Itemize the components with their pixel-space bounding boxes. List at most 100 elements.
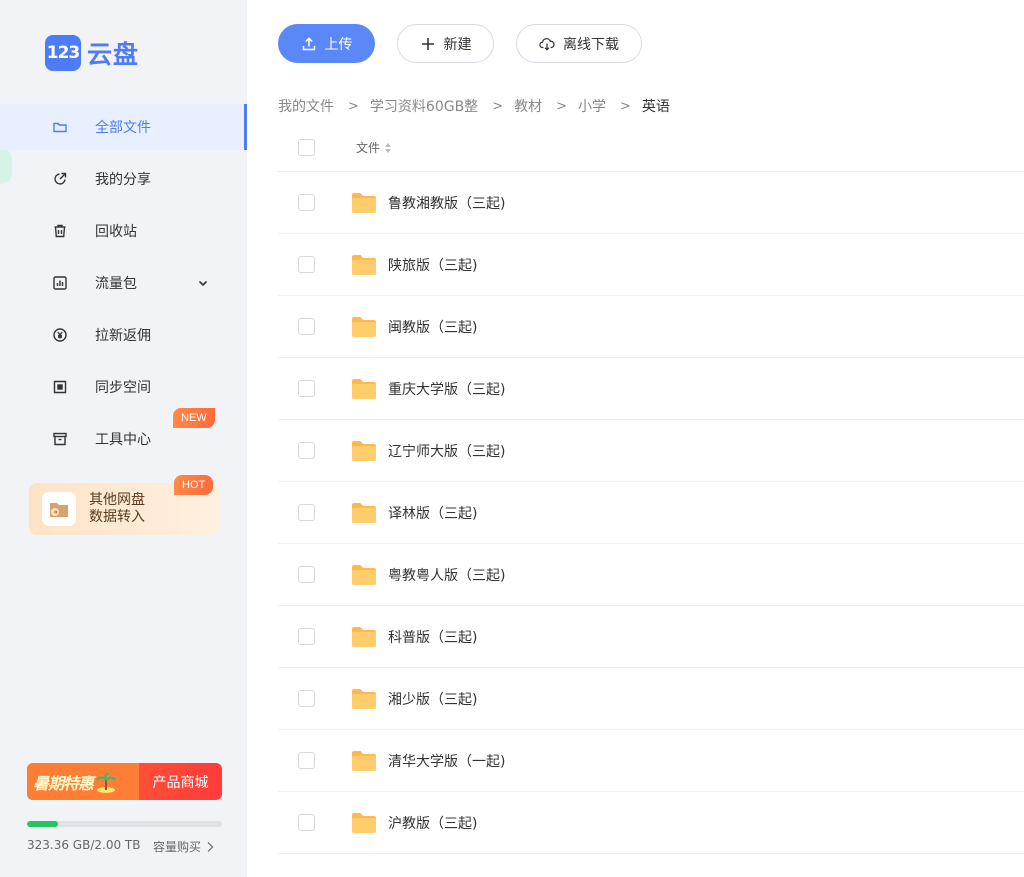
upload-icon [302,36,315,50]
sidebar-item-label: 全部文件 [95,120,151,136]
row-checkbox[interactable] [298,752,315,769]
table-row[interactable]: 湘少版（三起) [278,668,1024,730]
folder-icon [352,626,376,647]
row-checkbox[interactable] [298,194,315,211]
row-checkbox[interactable] [298,504,315,521]
folder-icon [352,440,376,461]
sort-icon[interactable] [384,142,392,154]
share-icon [51,170,69,188]
breadcrumb-item[interactable]: 教材 [514,96,542,116]
summer-sale-banner[interactable]: 暑期特惠 产品商城 [27,763,222,800]
sidebar-nav: 全部文件 我的分享 回收站 流量包 拉新返佣 同步空间 工具中心 NEW [0,104,247,468]
file-table-header: 文件 [278,124,1024,172]
breadcrumb-current: 英语 [641,99,670,115]
table-row[interactable]: 清华大学版（一起) [278,730,1024,792]
offline-download-button[interactable]: 离线下载 [516,24,642,63]
sidebar-item-tool-center[interactable]: 工具中心 NEW [0,408,247,462]
file-name: 鲁教湘教版（三起) [388,195,506,212]
promo-line-1: 其他网盘 [89,492,145,508]
new-badge: NEW [173,408,215,428]
table-row[interactable]: 科普版（三起) [278,606,1024,668]
folder-icon [352,564,376,585]
new-button[interactable]: 新建 [397,24,494,63]
folder-icon [352,688,376,709]
chart-icon [51,274,69,292]
row-checkbox[interactable] [298,380,315,397]
sidebar-item-traffic-pack[interactable]: 流量包 [0,260,247,306]
row-checkbox[interactable] [298,442,315,459]
breadcrumb-separator: > [492,98,504,114]
offline-download-label: 离线下载 [563,36,619,53]
plus-icon [421,37,434,50]
breadcrumb-item[interactable]: 小学 [578,96,606,116]
table-row[interactable]: 闽教版（三起) [278,296,1024,358]
file-name: 湘少版（三起) [388,691,478,708]
table-row[interactable]: 沪教版（三起) [278,792,1024,854]
folder-icon [352,316,376,337]
sidebar-item-label: 我的分享 [95,172,151,188]
row-checkbox[interactable] [298,256,315,273]
folder-icon [352,254,376,275]
import-promo-card[interactable]: 其他网盘 数据转入 HOT [29,475,219,535]
table-row[interactable]: 鲁教湘教版（三起) [278,172,1024,234]
breadcrumb-item[interactable]: 我的文件 [278,96,334,116]
sidebar-item-referral[interactable]: 拉新返佣 [0,312,247,358]
yen-icon [51,326,69,344]
app-logo[interactable]: 123 云盘 [45,35,139,71]
row-checkbox[interactable] [298,566,315,583]
breadcrumb-separator: > [620,98,631,114]
folder-icon [352,192,376,213]
file-name: 清华大学版（一起) [388,753,506,770]
chevron-down-icon[interactable] [196,276,210,290]
row-checkbox[interactable] [298,690,315,707]
sidebar-item-label: 工具中心 [95,432,151,448]
sale-banner-title: 暑期特惠 [27,763,139,800]
file-name: 译林版（三起) [388,505,478,522]
toolbox-icon [51,430,69,448]
buy-capacity-label: 容量购买 [153,840,202,854]
folder-icon [352,378,376,399]
hot-badge: HOT [174,475,214,495]
table-row[interactable]: 重庆大学版（三起) [278,358,1024,420]
sidebar-item-all-files[interactable]: 全部文件 [0,104,247,150]
sidebar-item-label: 回收站 [95,224,137,240]
file-name: 科普版（三起) [388,629,478,646]
sale-banner-left-text: 暑期特惠 [33,773,94,793]
breadcrumb-item[interactable]: 学习资料60GB整 [370,96,478,116]
table-row[interactable]: 辽宁师大版（三起) [278,420,1024,482]
folder-icon [352,502,376,523]
sidebar-item-recycle-bin[interactable]: 回收站 [0,208,247,254]
file-name: 辽宁师大版（三起) [388,443,506,460]
sync-icon [51,378,69,396]
row-checkbox[interactable] [298,318,315,335]
sidebar-item-sync-space[interactable]: 同步空间 [0,364,247,410]
sidebar-item-my-shares[interactable]: 我的分享 [0,156,247,202]
select-all-checkbox[interactable] [298,139,315,156]
sidebar-item-label: 同步空间 [95,380,151,396]
row-checkbox[interactable] [298,628,315,645]
trash-icon [51,222,69,240]
upload-button[interactable]: 上传 [278,24,375,63]
file-name: 粤教粤人版（三起) [388,567,506,584]
upload-label: 上传 [324,36,353,53]
folder-icon [352,812,376,833]
chevron-right-icon [207,841,214,852]
cloud-download-icon [539,37,555,51]
table-row[interactable]: 粤教粤人版（三起) [278,544,1024,606]
table-row[interactable]: 译林版（三起) [278,482,1024,544]
file-name: 闽教版（三起) [388,319,478,336]
promo-text: 其他网盘 数据转入 [89,492,145,526]
sidebar: 123 云盘 全部文件 我的分享 回收站 流量包 拉新返佣 同步空间 工具中心 … [0,0,247,877]
promo-line-2: 数据转入 [89,509,145,525]
new-label: 新建 [443,36,472,53]
import-folder-icon [42,492,76,526]
file-name: 沪教版（三起) [388,815,478,832]
sidebar-item-label: 拉新返佣 [95,328,151,344]
breadcrumb-separator: > [556,98,567,114]
buy-capacity-link[interactable]: 容量购买 [153,838,215,855]
table-row[interactable]: 陕旅版（三起) [278,234,1024,296]
column-header-file[interactable]: 文件 [356,139,392,156]
row-checkbox[interactable] [298,814,315,831]
folder-icon [51,118,69,136]
sidebar-item-label: 流量包 [95,276,137,292]
